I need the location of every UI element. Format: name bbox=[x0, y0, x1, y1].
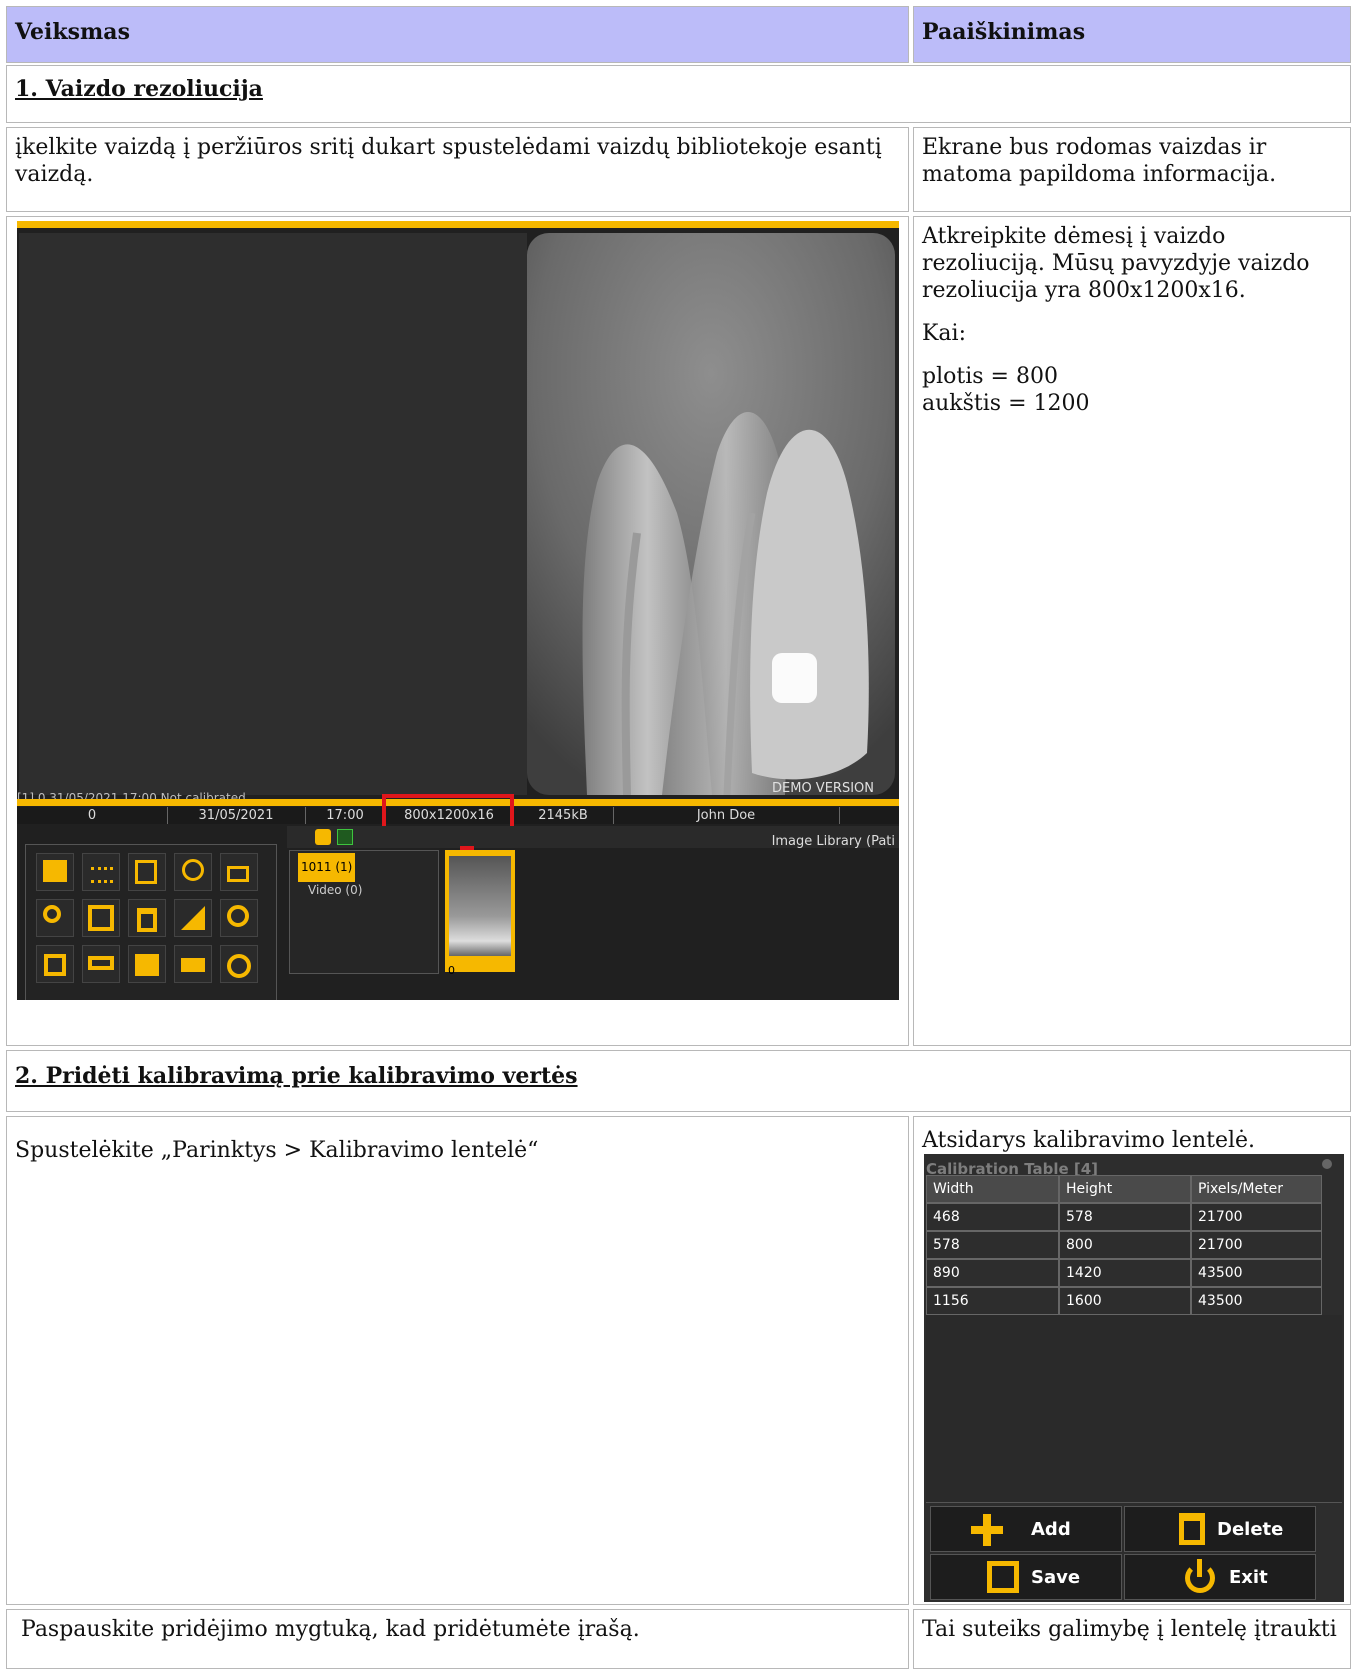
save-button[interactable]: Save bbox=[930, 1554, 1122, 1600]
scanner-icon[interactable] bbox=[82, 945, 120, 983]
status-date: 31/05/2021 bbox=[167, 807, 306, 824]
section-3-step: Paspauskite pridėjimo mygtuką, kad pridė… bbox=[6, 1609, 909, 1669]
section-1-step-text: įkelkite vaizdą į peržiūros sritį dukart… bbox=[15, 135, 882, 187]
delete-label: Delete bbox=[1217, 1519, 1284, 1540]
expl-paragraph-values: plotis = 800 aukštis = 1200 bbox=[922, 363, 1342, 417]
section-1-explanation: Atkreipkite dėmesį į vaizdo rezoliuciją.… bbox=[913, 216, 1351, 1046]
grid-icon[interactable] bbox=[82, 853, 120, 891]
table-cell[interactable]: 1600 bbox=[1059, 1287, 1191, 1315]
rotate-icon[interactable] bbox=[36, 945, 74, 983]
table-cell[interactable]: 578 bbox=[1059, 1203, 1191, 1231]
table-cell[interactable]: 21700 bbox=[1191, 1231, 1322, 1259]
calibration-table-window: Calibration Table [4] Width Height Pixel… bbox=[924, 1154, 1344, 1602]
col-height: Height bbox=[1059, 1175, 1191, 1203]
add-label: Add bbox=[1031, 1519, 1071, 1540]
zoom-icon[interactable] bbox=[36, 899, 74, 937]
instruction-table: Veiksmas Paaiškinimas 1. Vaizdo rezoliuc… bbox=[0, 0, 1358, 1669]
table-scroll-area bbox=[926, 1315, 1342, 1503]
section-1-step: įkelkite vaizdą į peržiūros sritį dukart… bbox=[6, 127, 909, 212]
thumbnail-marker bbox=[460, 846, 474, 850]
image-icon[interactable] bbox=[36, 853, 74, 891]
section-2-explanation-text: Atsidarys kalibravimo lentelė. bbox=[922, 1128, 1256, 1153]
image-thumbnail[interactable]: 0 bbox=[445, 846, 515, 977]
status-index: 0 bbox=[17, 807, 168, 824]
section-1-step-explanation: Ekrane bus rodomas vaizdas ir matoma pap… bbox=[913, 127, 1351, 212]
section-2-title: 2. Pridėti kalibravimą prie kalibravimo … bbox=[15, 1063, 578, 1089]
thumbnail-xray bbox=[449, 856, 511, 956]
table-cell[interactable]: 1420 bbox=[1059, 1259, 1191, 1287]
picture-icon[interactable] bbox=[128, 945, 166, 983]
section-1-screenshot-cell: DEMO VERSION [1] 0 31/05/2021 17:00 Not … bbox=[6, 216, 909, 1046]
table-cell[interactable]: 890 bbox=[926, 1259, 1059, 1287]
table-cell[interactable]: 1156 bbox=[926, 1287, 1059, 1315]
library-tree: 1011 (1) Video (0) bbox=[289, 850, 439, 974]
expl-width: plotis = 800 bbox=[922, 364, 1058, 389]
exit-button[interactable]: Exit bbox=[1124, 1554, 1316, 1600]
brightness-icon[interactable] bbox=[174, 899, 212, 937]
thumbnail-index: 0 bbox=[448, 964, 455, 977]
table-cell[interactable]: 800 bbox=[1059, 1231, 1191, 1259]
layers-icon[interactable] bbox=[220, 853, 258, 891]
header-action-label: Veiksmas bbox=[15, 19, 130, 45]
section-1-title-cell: 1. Vaizdo rezoliucija bbox=[6, 65, 1351, 123]
search-tool-icon[interactable] bbox=[174, 853, 212, 891]
table-cell[interactable]: 578 bbox=[926, 1231, 1059, 1259]
printer-icon[interactable] bbox=[174, 945, 212, 983]
close-icon[interactable] bbox=[1322, 1159, 1332, 1169]
header-explanation: Paaiškinimas bbox=[913, 6, 1351, 63]
demo-watermark: DEMO VERSION bbox=[772, 781, 874, 796]
library-label: Image Library (Pati bbox=[771, 834, 895, 849]
trash-icon[interactable] bbox=[128, 899, 166, 937]
expl-paragraph-resolution: Atkreipkite dėmesį į vaizdo rezoliuciją.… bbox=[922, 224, 1310, 303]
floppy-icon bbox=[987, 1561, 1019, 1593]
col-pixels-meter: Pixels/Meter bbox=[1191, 1175, 1322, 1203]
viewer-panel bbox=[19, 233, 527, 795]
status-patient: John Doe bbox=[613, 807, 840, 824]
section-2-step-text: Spustelėkite „Parinktys > Kalibravimo le… bbox=[15, 1138, 539, 1163]
section-1-title: 1. Vaizdo rezoliucija bbox=[15, 76, 263, 102]
section-3-explanation-text: Tai suteiks galimybę į lentelę įtraukti bbox=[922, 1617, 1337, 1642]
table-cell[interactable]: 468 bbox=[926, 1203, 1059, 1231]
table-cell[interactable]: 43500 bbox=[1191, 1287, 1322, 1315]
status-file-size: 2145kB bbox=[513, 807, 614, 824]
table-cell[interactable]: 43500 bbox=[1191, 1259, 1322, 1287]
top-accent-bar bbox=[17, 221, 899, 228]
save-icon[interactable] bbox=[82, 899, 120, 937]
section-2-title-cell: 2. Pridėti kalibravimą prie kalibravimo … bbox=[6, 1050, 1351, 1112]
tree-item-video[interactable]: Video (0) bbox=[308, 877, 362, 904]
exit-label: Exit bbox=[1229, 1567, 1268, 1588]
document-icon[interactable] bbox=[337, 829, 353, 845]
header-explanation-label: Paaiškinimas bbox=[922, 19, 1086, 45]
header-action: Veiksmas bbox=[6, 6, 909, 63]
viewer-screenshot: DEMO VERSION [1] 0 31/05/2021 17:00 Not … bbox=[17, 221, 899, 1000]
table-cell[interactable]: 21700 bbox=[1191, 1203, 1322, 1231]
library-toolbar: Image Library (Pati bbox=[287, 826, 899, 849]
col-width: Width bbox=[926, 1175, 1059, 1203]
globe-icon[interactable] bbox=[315, 829, 331, 845]
expl-paragraph-when: Kai: bbox=[922, 321, 966, 346]
expl-height: aukštis = 1200 bbox=[922, 391, 1090, 416]
save-label: Save bbox=[1031, 1567, 1081, 1588]
export-icon[interactable] bbox=[220, 899, 258, 937]
edit-icon[interactable] bbox=[128, 853, 166, 891]
delete-button[interactable]: Delete bbox=[1124, 1506, 1316, 1552]
dental-xray-image bbox=[527, 233, 895, 795]
trash-icon bbox=[1179, 1513, 1205, 1545]
section-1-step-explanation-text: Ekrane bus rodomas vaizdas ir matoma pap… bbox=[922, 135, 1277, 187]
section-2-step: Spustelėkite „Parinktys > Kalibravimo le… bbox=[6, 1116, 909, 1605]
tool-icon-panel bbox=[25, 844, 277, 1000]
radiation-icon[interactable] bbox=[220, 945, 258, 983]
add-button[interactable]: Add bbox=[930, 1506, 1122, 1552]
section-3-explanation: Tai suteiks galimybę į lentelę įtraukti bbox=[913, 1609, 1351, 1669]
plus-icon bbox=[971, 1514, 1003, 1546]
status-time: 17:00 bbox=[305, 807, 386, 824]
section-2-explanation: Atsidarys kalibravimo lentelė. Calibrati… bbox=[913, 1116, 1351, 1605]
section-3-step-text: Paspauskite pridėjimo mygtuką, kad pridė… bbox=[21, 1617, 640, 1642]
